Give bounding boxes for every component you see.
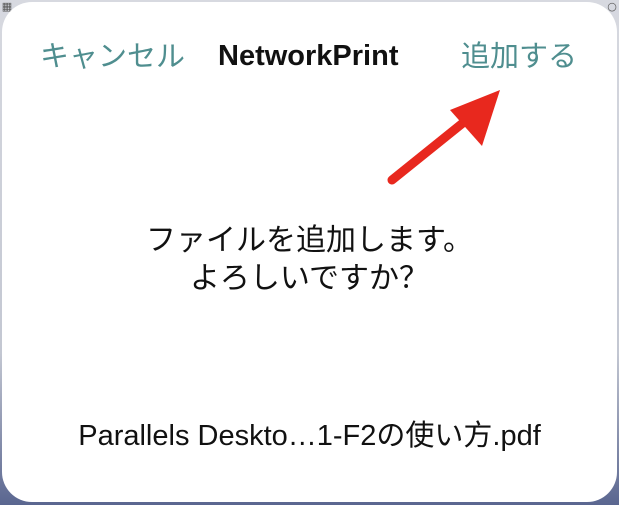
- dialog-title: NetworkPrint: [218, 40, 399, 72]
- message-line-1: ファイルを追加します。: [146, 223, 473, 258]
- red-arrow-icon: [387, 90, 500, 185]
- add-button[interactable]: 追加する: [461, 36, 577, 76]
- dialog-navbar: キャンセル NetworkPrint 追加する: [2, 2, 617, 110]
- confirmation-message: ファイルを追加します。 よろしいですか？: [2, 222, 617, 298]
- cancel-button[interactable]: キャンセル: [40, 36, 185, 76]
- add-file-dialog: キャンセル NetworkPrint 追加する ファイルを追加します。 よろしい…: [2, 2, 617, 502]
- message-line-2: よろしいですか？: [189, 261, 430, 296]
- file-name-label: Parallels Deskto…1-F2の使い方.pdf: [78, 420, 541, 452]
